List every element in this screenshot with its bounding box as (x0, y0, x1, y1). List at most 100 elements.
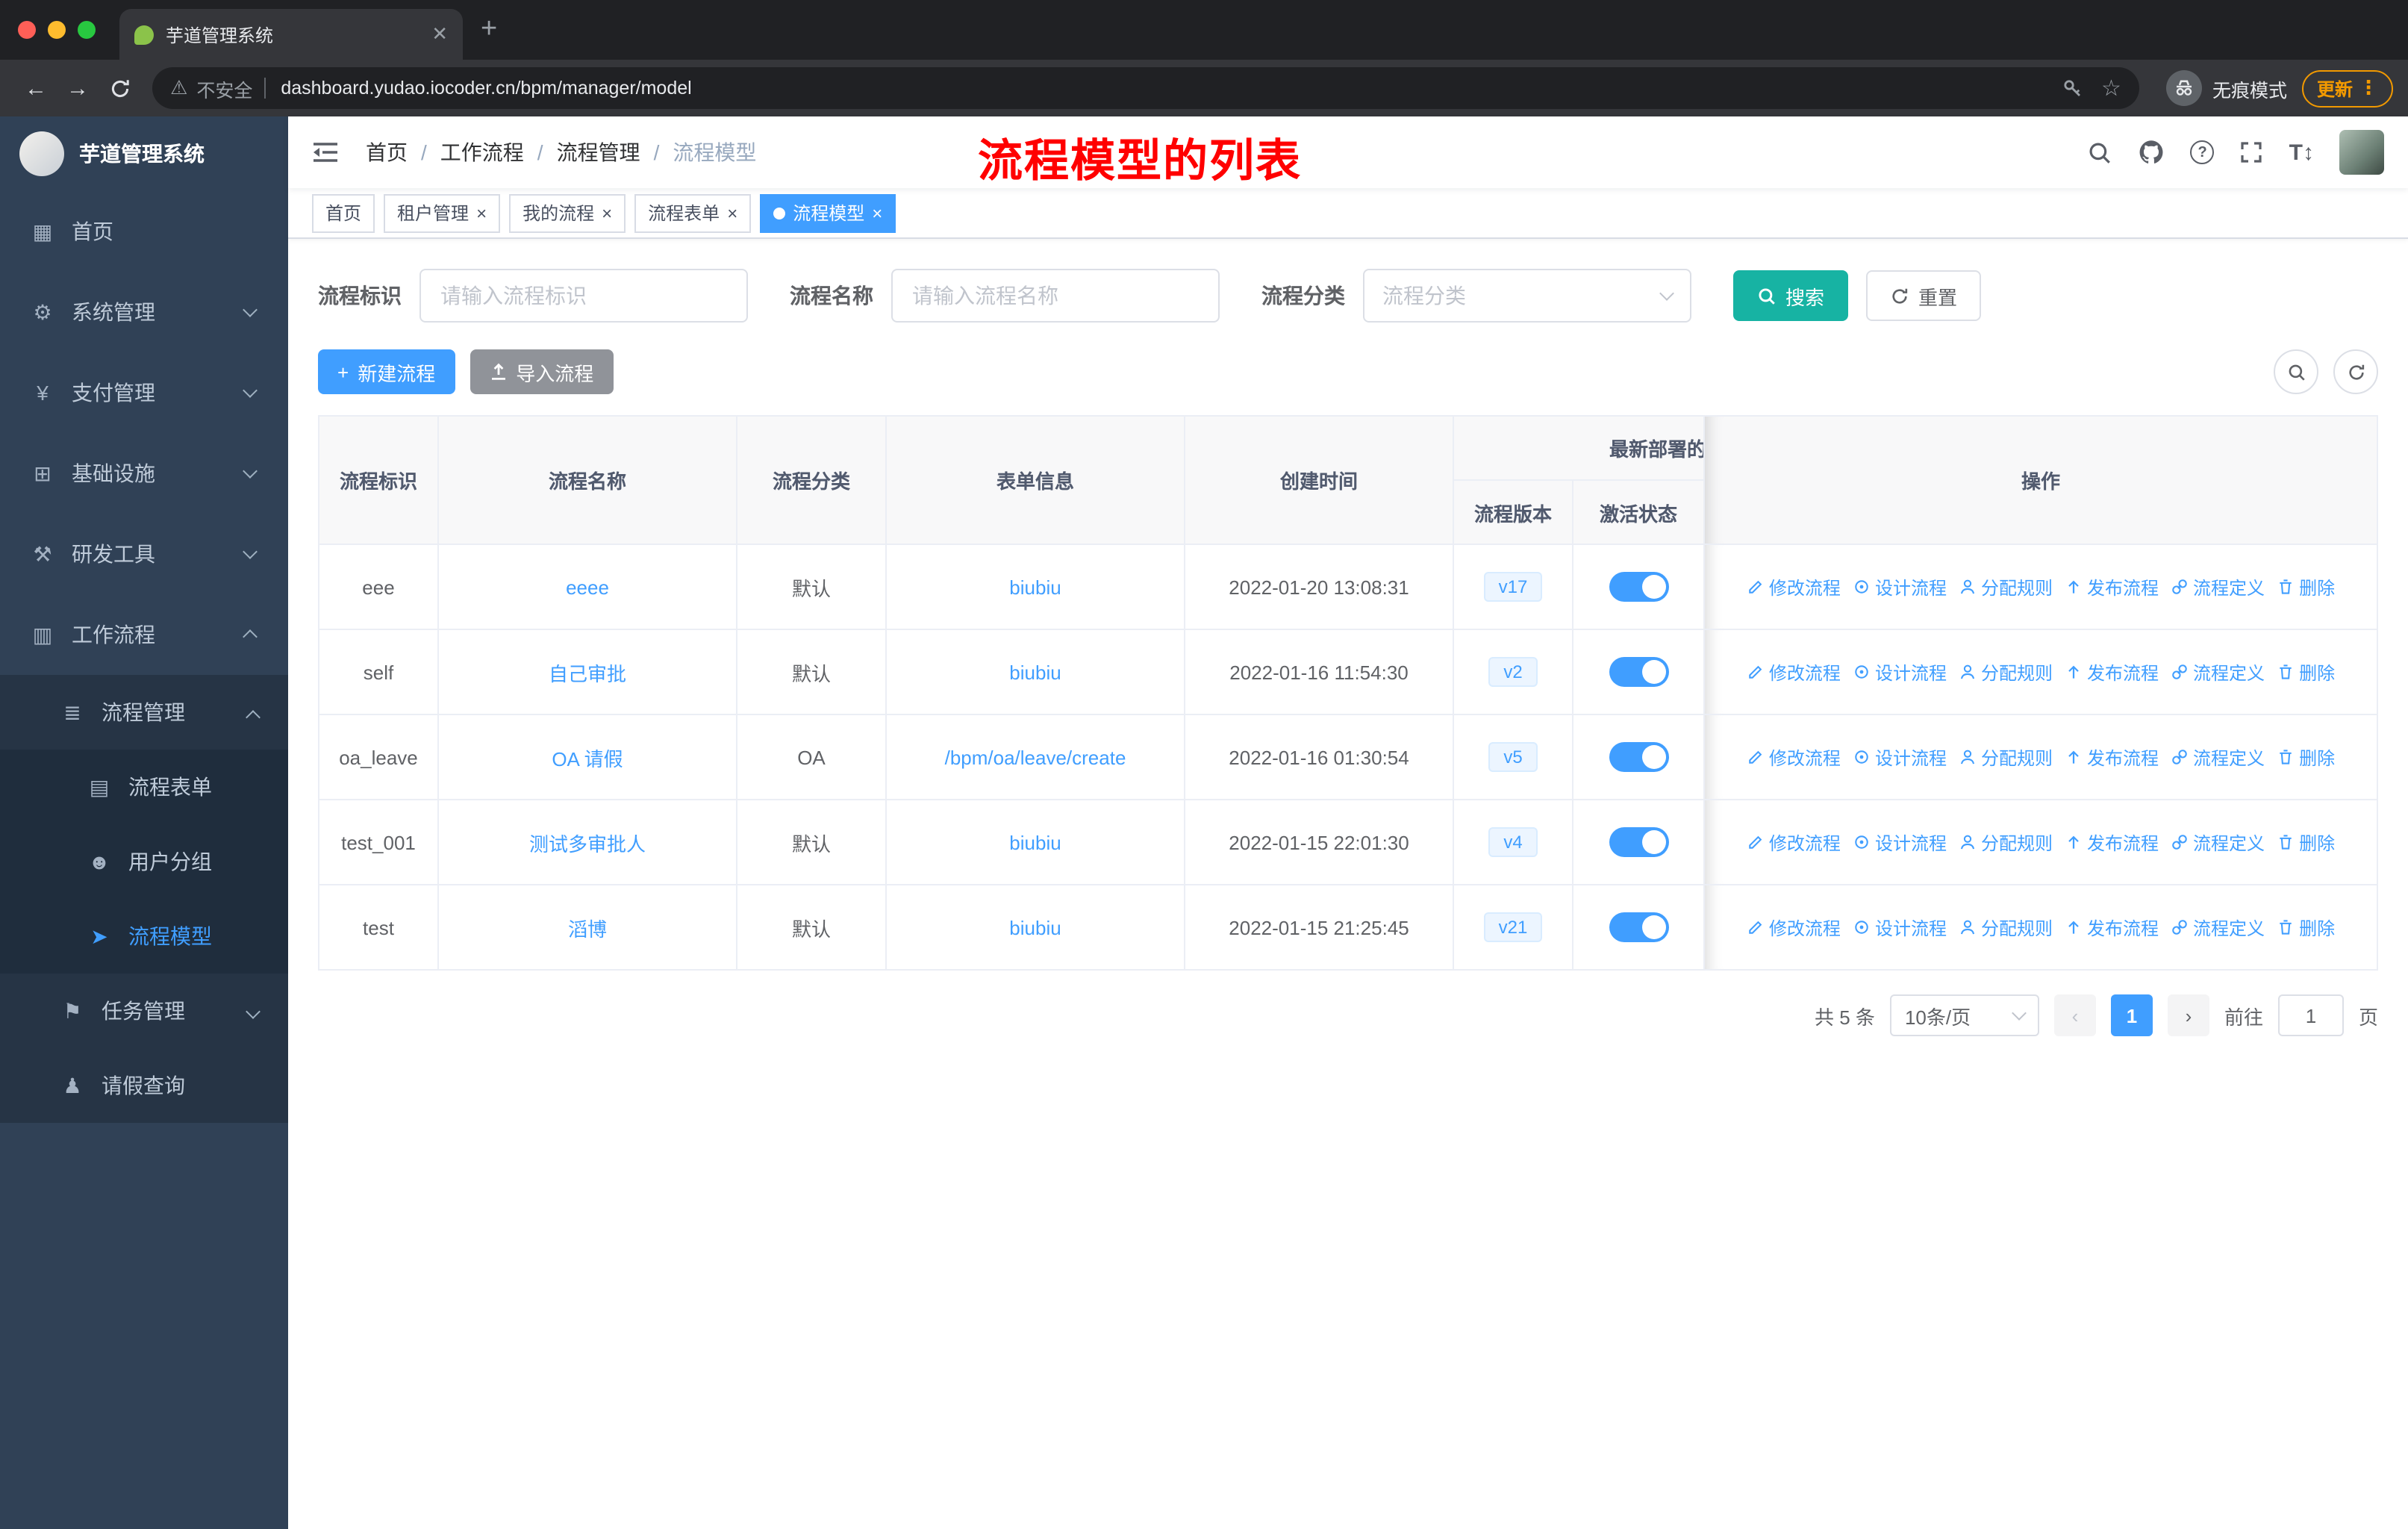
tag-process-model[interactable]: 流程模型 × (760, 193, 896, 232)
browser-menu-icon[interactable]: ⋮ (2359, 76, 2378, 100)
tag-home[interactable]: 首页 (312, 193, 375, 232)
form-info-link[interactable]: biubiu (1009, 916, 1061, 938)
refresh-table-button[interactable] (2333, 349, 2378, 394)
action-definition[interactable]: 流程定义 (2171, 574, 2265, 600)
action-definition[interactable]: 流程定义 (2171, 829, 2265, 855)
action-design[interactable]: 设计流程 (1853, 829, 1947, 855)
tag-close-icon[interactable]: × (602, 204, 612, 222)
process-name-link[interactable]: 自己审批 (549, 662, 626, 685)
reload-button[interactable] (99, 67, 140, 109)
action-design[interactable]: 设计流程 (1853, 915, 1947, 940)
process-name-link[interactable]: 滔博 (568, 918, 607, 940)
reset-button[interactable]: 重置 (1866, 270, 1982, 321)
action-assign-rule[interactable]: 分配规则 (1959, 744, 2053, 770)
password-key-icon[interactable] (2061, 77, 2083, 99)
breadcrumb-process-manage[interactable]: 流程管理 (557, 137, 673, 167)
next-page-button[interactable]: › (2167, 994, 2209, 1036)
search-button[interactable]: 搜索 (1733, 270, 1849, 321)
action-modify[interactable]: 修改流程 (1747, 659, 1841, 685)
tag-close-icon[interactable]: × (872, 204, 882, 222)
action-delete[interactable]: 删除 (2277, 915, 2335, 940)
page-size-select[interactable]: 10条/页 (1889, 994, 2039, 1036)
browser-tab[interactable]: 芋道管理系统 ✕ (119, 9, 463, 60)
sidebar-item-process-model[interactable]: ➤ 流程模型 (0, 899, 288, 974)
back-button[interactable]: ← (15, 67, 57, 109)
import-process-button[interactable]: 导入流程 (470, 349, 614, 394)
tag-my-process[interactable]: 我的流程 × (509, 193, 626, 232)
form-info-link[interactable]: biubiu (1009, 831, 1061, 853)
form-info-link[interactable]: biubiu (1009, 576, 1061, 598)
action-modify[interactable]: 修改流程 (1747, 829, 1841, 855)
process-category-select[interactable]: 流程分类 (1363, 269, 1691, 323)
breadcrumb-workflow[interactable]: 工作流程 (440, 137, 557, 167)
action-modify[interactable]: 修改流程 (1747, 915, 1841, 940)
github-link-button[interactable] (2139, 139, 2165, 166)
action-delete[interactable]: 删除 (2277, 744, 2335, 770)
goto-page-input[interactable] (2277, 994, 2344, 1036)
sidebar-item-user-group[interactable]: ☻ 用户分组 (0, 824, 288, 899)
toggle-search-button[interactable] (2274, 349, 2318, 394)
action-modify[interactable]: 修改流程 (1747, 574, 1841, 600)
tag-close-icon[interactable]: × (727, 204, 737, 222)
breadcrumb-home[interactable]: 首页 (366, 137, 440, 167)
form-info-link[interactable]: /bpm/oa/leave/create (945, 746, 1126, 768)
browser-update-button[interactable]: 更新 ⋮ (2301, 69, 2393, 107)
sidebar-item-payment[interactable]: ¥ 支付管理 (0, 352, 288, 433)
active-toggle[interactable] (1609, 572, 1668, 602)
action-design[interactable]: 设计流程 (1853, 659, 1947, 685)
sidebar-item-system[interactable]: ⚙ 系统管理 (0, 272, 288, 352)
new-tab-button[interactable]: + (481, 13, 497, 46)
sidebar-toggle-button[interactable] (312, 140, 339, 164)
action-assign-rule[interactable]: 分配规则 (1959, 829, 2053, 855)
process-name-link[interactable]: 测试多审批人 (529, 832, 646, 855)
tag-process-form[interactable]: 流程表单 × (634, 193, 752, 232)
action-delete[interactable]: 删除 (2277, 659, 2335, 685)
sidebar-item-devtools[interactable]: ⚒ 研发工具 (0, 514, 288, 594)
active-toggle[interactable] (1609, 742, 1668, 772)
action-definition[interactable]: 流程定义 (2171, 915, 2265, 940)
active-toggle[interactable] (1609, 912, 1668, 942)
tag-close-icon[interactable]: × (476, 204, 487, 222)
process-name-link[interactable]: OA 请假 (552, 747, 623, 770)
sidebar-item-leave-query[interactable]: ♟ 请假查询 (0, 1048, 288, 1123)
form-info-link[interactable]: biubiu (1009, 661, 1061, 683)
action-publish[interactable]: 发布流程 (2065, 744, 2159, 770)
help-icon[interactable]: ? (2190, 140, 2215, 164)
sidebar-item-home[interactable]: ▦ 首页 (0, 191, 288, 272)
zoom-window-button[interactable] (78, 21, 96, 39)
address-bar[interactable]: ⚠ 不安全 dashboard.yudao.iocoder.cn/bpm/man… (152, 67, 2139, 109)
action-assign-rule[interactable]: 分配规则 (1959, 659, 2053, 685)
bookmark-star-icon[interactable]: ☆ (2101, 75, 2121, 102)
minimize-window-button[interactable] (48, 21, 66, 39)
action-assign-rule[interactable]: 分配规则 (1959, 915, 2053, 940)
action-definition[interactable]: 流程定义 (2171, 659, 2265, 685)
action-delete[interactable]: 删除 (2277, 829, 2335, 855)
prev-page-button[interactable]: ‹ (2053, 994, 2096, 1036)
action-publish[interactable]: 发布流程 (2065, 915, 2159, 940)
sidebar-item-infrastructure[interactable]: ⊞ 基础设施 (0, 433, 288, 514)
action-publish[interactable]: 发布流程 (2065, 574, 2159, 600)
sidebar-item-process-form[interactable]: ▤ 流程表单 (0, 750, 288, 824)
sidebar-item-process-manage[interactable]: ≣ 流程管理 (0, 675, 288, 750)
action-design[interactable]: 设计流程 (1853, 574, 1947, 600)
active-toggle[interactable] (1609, 827, 1668, 857)
create-process-button[interactable]: + 新建流程 (318, 349, 455, 394)
action-modify[interactable]: 修改流程 (1747, 744, 1841, 770)
process-name-link[interactable]: eeee (566, 576, 609, 598)
action-definition[interactable]: 流程定义 (2171, 744, 2265, 770)
process-name-input[interactable] (891, 269, 1220, 323)
active-toggle[interactable] (1609, 657, 1668, 687)
header-search-button[interactable] (2088, 140, 2113, 165)
sidebar-item-workflow[interactable]: ▥ 工作流程 (0, 594, 288, 675)
sidebar-item-task-manage[interactable]: ⚑ 任务管理 (0, 974, 288, 1048)
user-avatar[interactable] (2339, 130, 2384, 175)
tab-close-icon[interactable]: ✕ (431, 22, 448, 46)
action-assign-rule[interactable]: 分配规则 (1959, 574, 2053, 600)
page-1-button[interactable]: 1 (2110, 994, 2153, 1036)
fullscreen-button[interactable] (2240, 140, 2264, 164)
close-window-button[interactable] (18, 21, 36, 39)
forward-button[interactable]: → (57, 67, 99, 109)
action-publish[interactable]: 发布流程 (2065, 659, 2159, 685)
process-id-input[interactable] (419, 269, 748, 323)
action-design[interactable]: 设计流程 (1853, 744, 1947, 770)
